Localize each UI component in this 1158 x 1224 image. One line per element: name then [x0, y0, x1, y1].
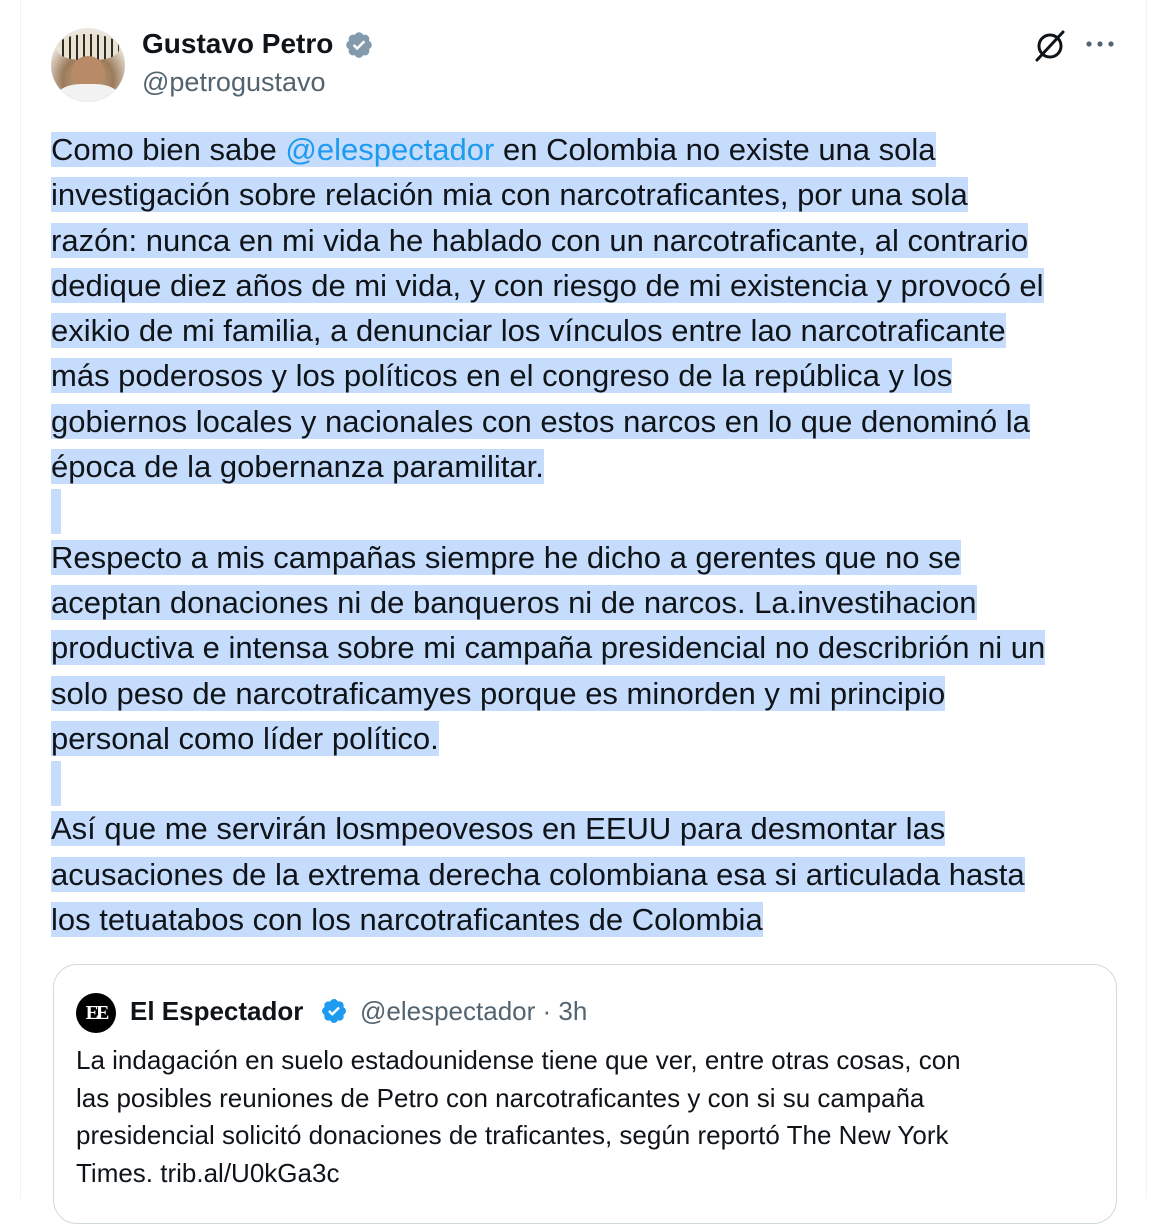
- tweet-paragraph-2: Respecto a mis campañas siempre he dicho…: [51, 535, 1131, 761]
- quoted-line: presidencial solicitó donaciones de traf…: [76, 1120, 949, 1151]
- tweet-line: personal como líder político.: [51, 720, 439, 756]
- tweet-line: dedique diez años de mi vida, y con ries…: [51, 267, 1044, 303]
- quoted-tweet-card[interactable]: EE El Espectador @elespectador · 3h La i…: [53, 964, 1117, 1224]
- quoted-author-name[interactable]: El Espectador: [130, 995, 303, 1027]
- quoted-line: La indagación en suelo estadounidense ti…: [76, 1045, 961, 1075]
- tweet-text-segment: en Colombia no existe una sola: [494, 132, 936, 167]
- selection-stub: [51, 761, 61, 807]
- mention-link[interactable]: @elespectador: [285, 132, 494, 167]
- paragraph-break: [51, 489, 1131, 535]
- tweet-text: Como bien sabe @elespectador en Colombia…: [51, 127, 1131, 942]
- tweet-line: Respecto a mis campañas siempre he dicho…: [51, 539, 961, 575]
- tweet-line: productiva e intensa sobre mi campaña pr…: [51, 630, 1046, 666]
- author-handle[interactable]: @petrogustavo: [142, 66, 326, 98]
- tweet: Gustavo Petro @petrogustavo Como bien sa…: [0, 0, 1158, 1224]
- quoted-tweet-text: La indagación en suelo estadounidense ti…: [76, 1042, 1096, 1193]
- tweet-paragraph-1: Como bien sabe @elespectador en Colombia…: [51, 127, 1131, 489]
- selection-stub: [51, 489, 61, 535]
- quoted-meta: @elespectador · 3h: [360, 995, 587, 1027]
- author-avatar[interactable]: [51, 28, 125, 102]
- quoted-line: Times. trib.al/U0kGa3c: [76, 1158, 340, 1189]
- more-options-icon[interactable]: [1084, 36, 1116, 52]
- paragraph-break: [51, 761, 1131, 807]
- tweet-line: solo peso de narcotraficamyes porque es …: [51, 675, 946, 711]
- tweet-line: Así que me servirán losmpeovesos en EEUU…: [51, 811, 946, 847]
- author-name[interactable]: Gustavo Petro: [142, 27, 333, 61]
- quoted-author-handle[interactable]: @elespectador: [360, 996, 535, 1026]
- tweet-paragraph-3: Así que me servirán losmpeovesos en EEUU…: [51, 806, 1131, 942]
- tweet-line: Como bien sabe @elespectador en Colombia…: [51, 127, 1131, 172]
- quoted-line: las posibles reuniones de Petro con narc…: [76, 1082, 925, 1113]
- quoted-timestamp[interactable]: 3h: [558, 996, 587, 1026]
- tweet-line: aceptan donaciones ni de banqueros ni de…: [51, 584, 977, 620]
- tweet-text-segment: Como bien sabe: [51, 132, 286, 167]
- tweet-line: gobiernos locales y nacionales con estos…: [51, 403, 1030, 439]
- el-espectador-logo[interactable]: EE: [76, 993, 116, 1033]
- meta-separator: ·: [542, 996, 552, 1026]
- tweet-line: los tetuatabos con los narcotraficantes …: [51, 902, 763, 938]
- avatar-shirt-shape: [57, 84, 119, 102]
- tweet-line: exikio de mi familia, a denunciar los ví…: [51, 313, 1006, 349]
- tweet-line: acusaciones de la extrema derecha colomb…: [51, 856, 1025, 892]
- tweet-line: más poderosos y los políticos en el cong…: [51, 358, 953, 394]
- tweet-line: investigación sobre relación mia con nar…: [51, 177, 968, 213]
- verified-badge-icon: [322, 999, 346, 1023]
- grok-icon[interactable]: [1032, 28, 1068, 64]
- tweet-line: razón: nunca en mi vida he hablado con u…: [51, 222, 1029, 258]
- verified-badge-icon: [346, 32, 372, 58]
- tweet-line: época de la gobernanza paramilitar.: [51, 449, 544, 485]
